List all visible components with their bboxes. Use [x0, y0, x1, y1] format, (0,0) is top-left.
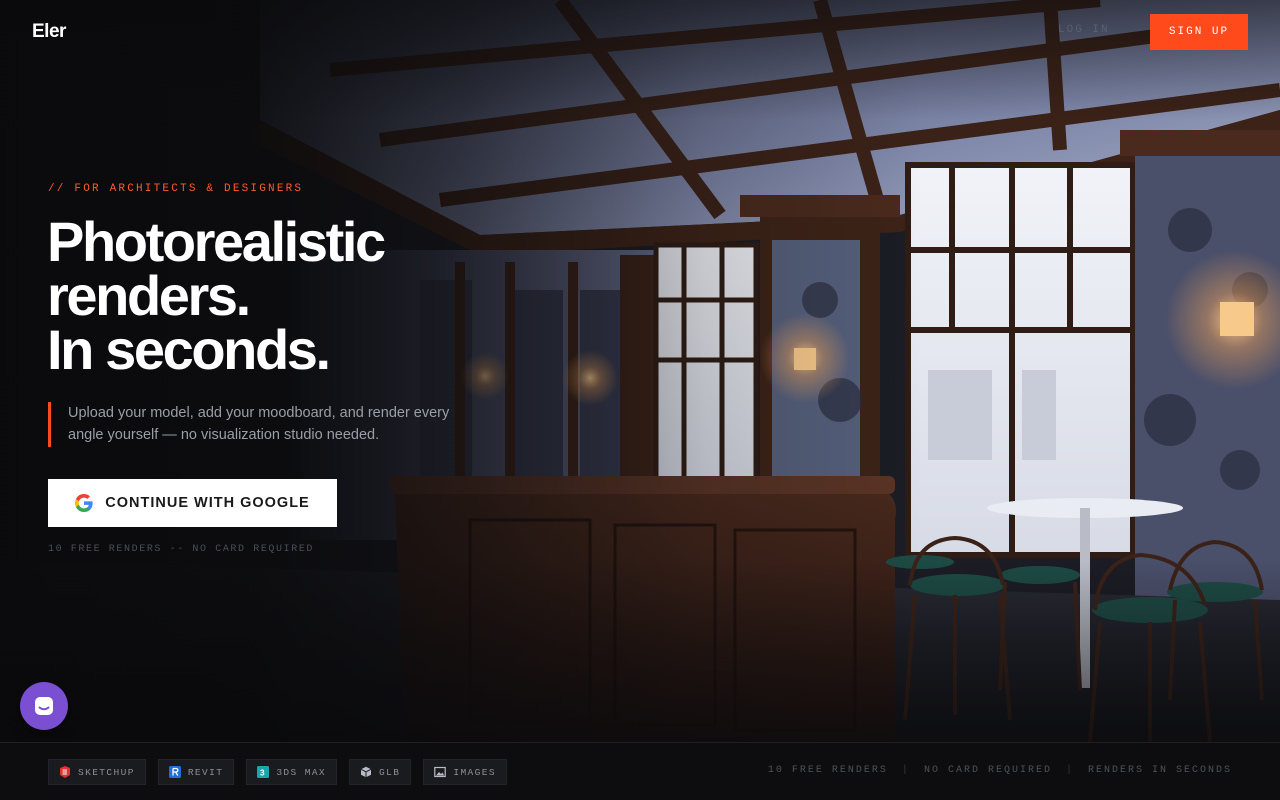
footer-stats: 10 FREE RENDERS | NO CARD REQUIRED | REN… [768, 765, 1232, 776]
svg-text:3: 3 [260, 767, 266, 777]
stat-renders-in-seconds: RENDERS IN SECONDS [1087, 765, 1232, 776]
format-chip-sketchup: SKETCHUP [48, 759, 146, 785]
image-icon [434, 766, 447, 778]
chat-bubble-icon [35, 697, 53, 715]
format-label: 3DS MAX [276, 766, 327, 778]
continue-with-google-button[interactable]: CONTINUE WITH GOOGLE [48, 479, 337, 527]
hero-lead: Upload your model, add your moodboard, a… [68, 405, 450, 443]
hero-fineprint: 10 FREE RENDERS -- NO CARD REQUIRED [48, 544, 315, 555]
login-link[interactable]: LOG IN [1058, 24, 1110, 36]
revit-icon [168, 766, 181, 778]
format-label: GLB [379, 766, 401, 778]
supported-formats: SKETCHUP REVIT 3 3DS MAX GLB IMAGES [48, 759, 507, 785]
headline-line: Photorealistic [47, 210, 386, 273]
stat-separator: | [901, 765, 910, 776]
format-chip-images: IMAGES [423, 759, 507, 785]
logo[interactable]: Eler [32, 21, 66, 43]
hero-headline: Photorealistic renders. In seconds. [47, 210, 386, 381]
stat-no-card: NO CARD REQUIRED [923, 765, 1052, 776]
cube-icon [360, 766, 372, 778]
3dsmax-icon: 3 [257, 766, 270, 778]
hero-eyebrow: // FOR ARCHITECTS & DESIGNERS [48, 183, 304, 195]
google-icon [75, 494, 93, 512]
lead-accent-bar [48, 402, 51, 447]
footer-bar: SKETCHUP REVIT 3 3DS MAX GLB IMAGES 10 F… [0, 742, 1280, 800]
stat-separator: | [1065, 765, 1074, 776]
stat-free-renders: 10 FREE RENDERS [767, 765, 888, 776]
sketchup-icon [60, 766, 70, 778]
google-button-label: CONTINUE WITH GOOGLE [105, 495, 310, 511]
format-chip-glb: GLB [349, 759, 412, 785]
headline-line: In seconds. [47, 318, 331, 381]
signup-button[interactable]: SIGN UP [1150, 14, 1248, 50]
hero-bottom-overlay [0, 560, 1280, 742]
headline-line: renders. [47, 264, 251, 327]
chat-launcher-button[interactable] [20, 682, 68, 730]
format-label: IMAGES [453, 766, 496, 778]
format-label: REVIT [187, 766, 224, 778]
format-label: SKETCHUP [78, 766, 135, 778]
format-chip-3dsmax: 3 3DS MAX [246, 759, 338, 785]
hero-top-overlay [0, 0, 1280, 120]
format-chip-revit: REVIT [157, 759, 235, 785]
